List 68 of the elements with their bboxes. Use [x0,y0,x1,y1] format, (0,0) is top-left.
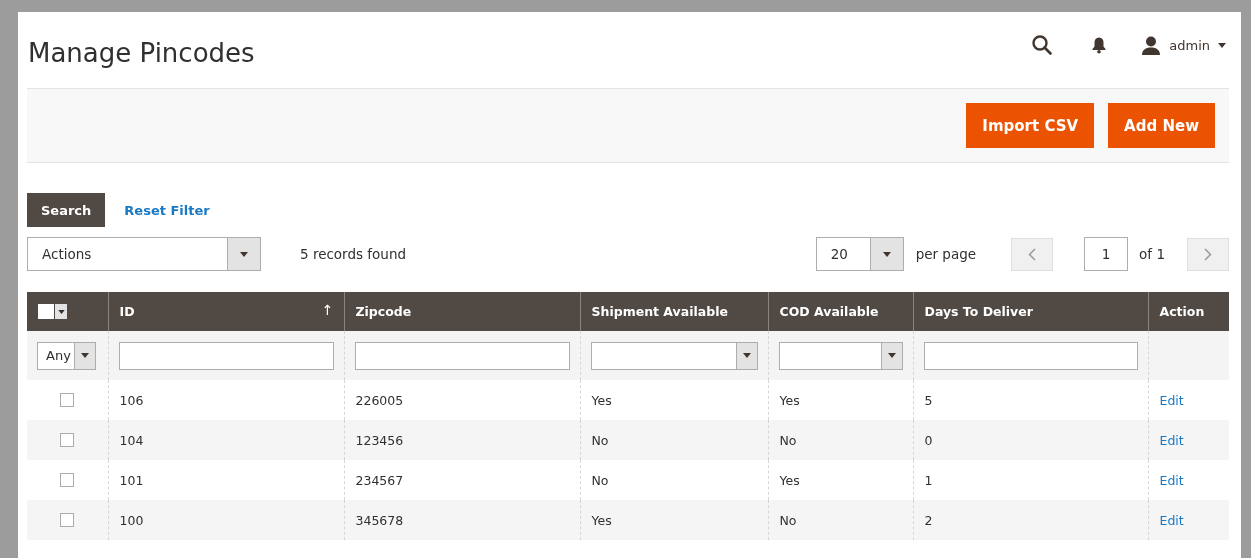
table-cell: No [591,472,609,488]
column-header[interactable]: ID ↑ [108,292,344,331]
import-button[interactable]: Import CSV [966,103,1095,148]
table-cell: No [779,512,797,528]
filter-field[interactable] [354,341,570,370]
table-cell: 100 [119,512,144,528]
table-cell: 345678 [355,512,404,528]
column-header[interactable]: Zipcode [344,292,580,331]
caret-icon [57,309,65,314]
table-cell: 2 [924,512,933,528]
row-checkbox[interactable] [60,473,75,487]
dropdown-arrow-icon [240,251,248,257]
column-header[interactable]: Action [1148,292,1229,331]
edit-link[interactable]: Edit [1159,432,1184,448]
caret-icon [1218,42,1226,48]
previous-page-button[interactable] [1011,237,1054,271]
edit-link[interactable]: Edit [1159,512,1184,528]
table-cell: 106 [119,392,144,408]
reset-filter-link[interactable]: Reset Filter [124,202,210,218]
table-cell: 226005 [355,392,404,408]
table-cell: Yes [779,472,800,488]
table-cell: Yes [779,392,800,408]
search-button[interactable]: Search [27,193,106,227]
filter-field[interactable] [923,341,1138,370]
sort-indicator: ↑ [321,302,334,318]
filter-dropdown[interactable] [590,341,758,370]
search-icon[interactable] [1031,34,1054,56]
bell-icon[interactable] [1091,36,1108,54]
page-title: Manage Pincodes [28,38,255,68]
row-checkbox[interactable] [60,513,75,527]
table-cell: 5 [924,392,933,408]
column-header[interactable]: Shipment Available [580,292,768,331]
table-cell: Yes [591,392,612,408]
actions-dropdown[interactable]: Actions [27,237,261,271]
dropdown-arrow-icon [742,353,751,358]
chevron-right-icon [1204,247,1212,261]
row-checkbox[interactable] [60,393,75,407]
column-header[interactable]: COD Available [768,292,913,331]
dropdown-arrow-icon [887,353,896,358]
dropdown-arrow-icon [81,353,89,358]
edit-link[interactable]: Edit [1159,392,1184,408]
table-cell: 0 [924,432,933,448]
next-page-button[interactable] [1187,237,1229,271]
mass-select-checkbox[interactable] [38,304,67,319]
table-cell: No [591,432,609,448]
filter-dropdown[interactable]: Any [37,341,96,370]
add-new-button[interactable]: Add New [1108,103,1215,148]
edit-link[interactable]: Edit [1159,472,1184,488]
table-cell: 123456 [355,432,404,448]
filter-dropdown[interactable] [778,341,903,370]
table-cell: Yes [591,512,612,528]
page-count: of 1 [1139,246,1165,262]
filter-field[interactable] [118,341,334,370]
table-cell: 234567 [355,472,404,488]
row-checkbox[interactable] [60,433,75,447]
user-icon [1141,35,1162,55]
user-menu[interactable]: admin [1141,35,1226,55]
table-cell: 1 [924,472,933,488]
chevron-left-icon [1028,247,1037,261]
per-page-dropdown[interactable]: 20 [815,237,904,271]
table-cell: 104 [119,432,144,448]
per-page-label: per page [915,246,977,262]
table-cell: 101 [119,472,144,488]
records-count: 5 records found [300,246,408,262]
page-number-field[interactable]: 1 [1084,237,1129,271]
table-cell: No [779,432,797,448]
dropdown-arrow-icon [882,251,891,257]
column-header[interactable]: Days To Deliver [913,292,1148,331]
